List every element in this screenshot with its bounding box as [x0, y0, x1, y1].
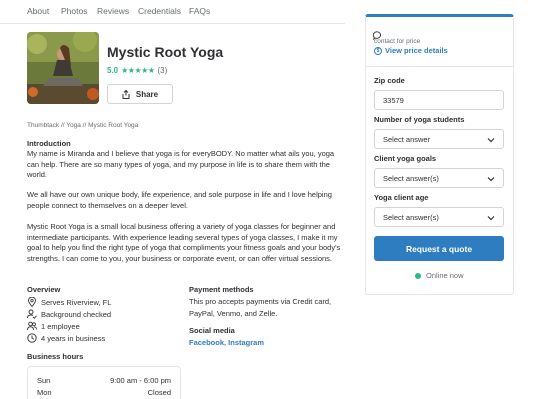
- social-heading: Social media: [189, 326, 235, 335]
- overview-background-check: Background checked: [27, 309, 111, 319]
- view-price-details-link[interactable]: $ View price details: [374, 46, 448, 55]
- overview-heading: Overview: [27, 285, 61, 294]
- person-check-icon: [27, 309, 37, 319]
- info-icon: $: [374, 46, 382, 55]
- tab-photos[interactable]: Photos: [61, 6, 87, 16]
- hours-day: Mon: [37, 388, 52, 397]
- online-dot-icon: [415, 272, 421, 279]
- zip-code-input[interactable]: 33579: [374, 90, 504, 110]
- intro-paragraph-2: We all have our own unique body, life ex…: [27, 190, 332, 210]
- online-status: Online now: [415, 271, 464, 280]
- chevron-down-icon: [487, 177, 495, 182]
- overview-employees: 1 employee: [27, 321, 80, 331]
- age-select[interactable]: Select answer(s): [374, 207, 504, 227]
- students-select[interactable]: Select answer: [374, 129, 504, 149]
- hours-heading: Business hours: [27, 352, 84, 361]
- intro-paragraph-3: Mystic Root Yoga is a small local busine…: [27, 222, 341, 263]
- social-links[interactable]: Facebook, Instagram: [189, 338, 264, 347]
- hours-time: Closed: [147, 388, 171, 397]
- card-divider: [366, 66, 513, 67]
- goals-select[interactable]: Select answer(s): [374, 168, 504, 188]
- zip-label: Zip code: [374, 76, 405, 85]
- star-rating-icon: ★★★★★: [121, 66, 155, 75]
- overview-years: 4 years in business: [27, 333, 105, 343]
- people-icon: [27, 321, 37, 331]
- payment-text: This pro accepts payments via Credit car…: [189, 297, 332, 318]
- hours-row: Mon Closed: [37, 388, 171, 397]
- breadcrumb[interactable]: Thumbtack // Yoga // Mystic Root Yoga: [27, 122, 138, 129]
- location-pin-icon: [27, 297, 37, 307]
- hours-day: Sun: [37, 376, 51, 385]
- overview-location: Serves Riverview, FL: [27, 297, 111, 307]
- tab-about[interactable]: About: [27, 6, 49, 16]
- age-label: Yoga client age: [374, 193, 429, 202]
- share-button[interactable]: Share: [107, 84, 173, 104]
- rating-summary[interactable]: 5.0 ★★★★★ (3): [107, 66, 167, 75]
- request-quote-button[interactable]: Request a quote: [374, 236, 504, 261]
- chevron-down-icon: [487, 138, 495, 143]
- business-name: Mystic Root Yoga: [107, 44, 224, 60]
- share-label: Share: [135, 89, 159, 99]
- contact-for-price: contact for price: [374, 38, 421, 45]
- hours-row: Sun 9:00 am - 6:00 pm: [37, 376, 171, 385]
- rating-value: 5.0: [107, 66, 119, 75]
- goals-label: Client yoga goals: [374, 154, 437, 163]
- hours-time: 9:00 am - 6:00 pm: [110, 376, 171, 385]
- share-icon: [122, 89, 130, 99]
- profile-tab-nav: About Photos Reviews Credentials FAQs: [0, 0, 345, 24]
- clock-icon: [27, 333, 37, 343]
- tab-faqs[interactable]: FAQs: [189, 6, 210, 16]
- profile-photo[interactable]: [27, 32, 99, 104]
- hours-table: Sun 9:00 am - 6:00 pm Mon Closed: [27, 366, 181, 399]
- tab-reviews[interactable]: Reviews: [97, 6, 129, 16]
- intro-heading: Introduction: [27, 139, 71, 148]
- tab-credentials[interactable]: Credentials: [138, 6, 181, 16]
- chevron-down-icon: [487, 216, 495, 221]
- students-label: Number of yoga students: [374, 115, 465, 124]
- payment-heading: Payment methods: [189, 285, 254, 294]
- review-count[interactable]: (3): [157, 66, 167, 75]
- intro-paragraph-1: My name is Miranda and I believe that yo…: [27, 149, 335, 179]
